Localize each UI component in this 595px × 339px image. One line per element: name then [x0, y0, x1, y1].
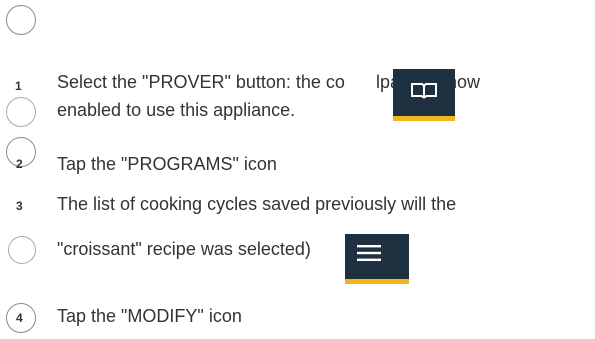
step-3-continuation-a: "croissant" recipe was select	[57, 239, 285, 259]
menu-icon-box	[345, 234, 409, 284]
book-icon-box	[393, 69, 455, 121]
step-marker-circle	[6, 5, 36, 35]
menu-icon-accent-bar	[345, 279, 409, 284]
step-1-text-a: Select the "PROVER" button: the	[57, 72, 326, 92]
step-1-text-line2: enabled to use this appliance.	[57, 100, 296, 120]
menu-icon	[357, 245, 381, 261]
step-3-continuation-b: ed)	[284, 239, 311, 259]
step-number-3: 3	[16, 199, 23, 213]
book-icon	[411, 83, 437, 99]
step-number-2: 2	[16, 157, 23, 171]
step-3-text: The list of cooking cycles saved previou…	[57, 194, 457, 214]
step-4-text: Tap the "MODIFY" icon	[57, 306, 242, 326]
step-3-continuation: "croissant" recipe was selected)	[57, 239, 311, 260]
step-1-text-b: co	[325, 72, 345, 92]
step-number-4: 4	[16, 311, 23, 325]
step-marker-circle	[6, 97, 36, 127]
book-icon-accent-bar	[393, 116, 455, 121]
step-marker-circle	[8, 236, 36, 264]
step-number-1: 1	[15, 79, 22, 93]
step-2-text: Tap the "PROGRAMS" icon	[57, 154, 277, 174]
